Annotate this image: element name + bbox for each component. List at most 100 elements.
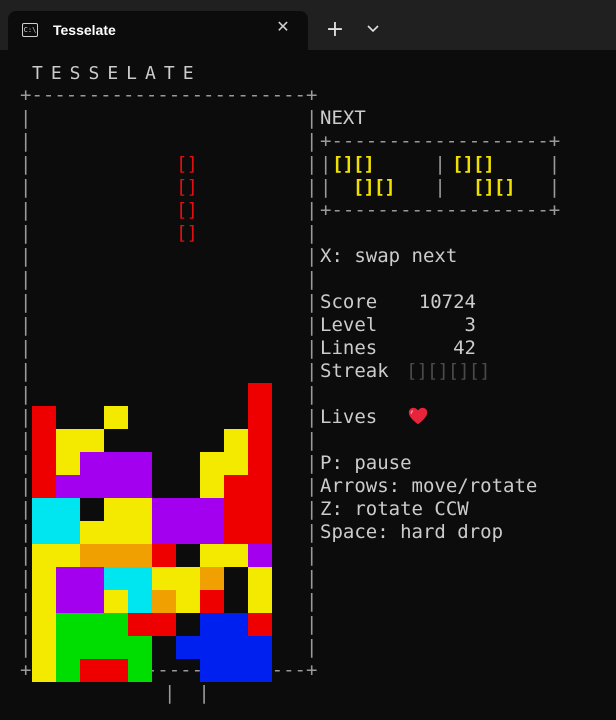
board-block xyxy=(200,544,224,567)
board-block xyxy=(176,521,200,544)
board-block xyxy=(80,521,104,544)
board-block xyxy=(32,406,56,429)
board-block xyxy=(32,452,56,475)
board-block xyxy=(56,429,80,452)
title-bar: C:\ Tesselate ✕ + xyxy=(0,0,616,50)
board-block xyxy=(152,613,176,636)
board-block xyxy=(104,475,128,498)
score-label: Score xyxy=(320,291,378,313)
board-block xyxy=(128,659,152,682)
board-block xyxy=(56,567,80,590)
board-block xyxy=(224,659,248,682)
close-icon[interactable]: ✕ xyxy=(272,16,294,38)
board-block xyxy=(32,521,56,544)
board-block xyxy=(104,498,128,521)
board-block xyxy=(104,567,128,590)
tab-title: Tesselate xyxy=(53,22,116,38)
board-block xyxy=(200,590,224,613)
board-block xyxy=(128,475,152,498)
board-block xyxy=(176,567,200,590)
board-block xyxy=(32,590,56,613)
board-block xyxy=(80,636,104,659)
game-board xyxy=(32,383,272,682)
board-block xyxy=(152,498,176,521)
board-block xyxy=(32,429,56,452)
board-block xyxy=(200,613,224,636)
board-block xyxy=(152,590,176,613)
board-block xyxy=(80,567,104,590)
board-block xyxy=(80,659,104,682)
board-block xyxy=(80,613,104,636)
board-block xyxy=(32,636,56,659)
board-block xyxy=(56,544,80,567)
board-block xyxy=(32,659,56,682)
board-block xyxy=(248,613,272,636)
board-block xyxy=(80,452,104,475)
falling-piece: [] [] [] [] xyxy=(176,153,198,244)
hard-drop-hint: Space: hard drop xyxy=(320,521,504,543)
lives-label: Lives xyxy=(320,406,378,428)
board-block xyxy=(248,544,272,567)
board-block xyxy=(80,475,104,498)
board-block xyxy=(128,567,152,590)
rotate-ccw-hint: Z: rotate CCW xyxy=(320,498,469,520)
board-block xyxy=(176,590,200,613)
board-block xyxy=(224,544,248,567)
board-block xyxy=(248,521,272,544)
board-block xyxy=(224,521,248,544)
board-bottom-marks: | | xyxy=(164,682,210,704)
board-block xyxy=(128,590,152,613)
board-block xyxy=(32,498,56,521)
board-block xyxy=(104,590,128,613)
board-block xyxy=(80,590,104,613)
board-block xyxy=(152,567,176,590)
plus-icon[interactable]: + xyxy=(322,17,348,43)
board-block xyxy=(224,636,248,659)
game-title: TESSELATE xyxy=(32,63,202,84)
board-block xyxy=(200,498,224,521)
arrows-hint: Arrows: move/rotate xyxy=(320,475,538,497)
board-block xyxy=(56,498,80,521)
board-block xyxy=(224,475,248,498)
board-block xyxy=(56,452,80,475)
streak-value: [][][][] xyxy=(406,360,491,382)
terminal-tab[interactable]: C:\ Tesselate ✕ xyxy=(8,11,308,50)
board-block xyxy=(104,659,128,682)
heart-icon xyxy=(408,407,428,425)
pause-hint: P: pause xyxy=(320,452,412,474)
board-block xyxy=(248,567,272,590)
terminal-icon: C:\ xyxy=(22,23,38,37)
board-block xyxy=(32,567,56,590)
board-block xyxy=(104,521,128,544)
board-block xyxy=(224,429,248,452)
lines-label: Lines xyxy=(320,337,378,359)
board-block xyxy=(128,613,152,636)
board-block xyxy=(56,475,80,498)
board-block xyxy=(32,613,56,636)
board-block xyxy=(152,544,176,567)
board-block xyxy=(128,452,152,475)
board-block xyxy=(56,590,80,613)
board-block xyxy=(128,498,152,521)
board-block xyxy=(80,429,104,452)
board-block xyxy=(104,544,128,567)
board-block xyxy=(248,383,272,406)
board-block xyxy=(32,544,56,567)
board-block xyxy=(152,521,176,544)
board-block xyxy=(176,498,200,521)
board-block xyxy=(248,406,272,429)
board-block xyxy=(200,659,224,682)
board-block xyxy=(248,475,272,498)
board-block xyxy=(104,613,128,636)
board-block xyxy=(128,521,152,544)
board-block xyxy=(176,636,200,659)
chevron-down-icon[interactable] xyxy=(360,17,386,43)
board-block xyxy=(128,636,152,659)
board-block xyxy=(248,452,272,475)
board-block xyxy=(200,521,224,544)
board-block xyxy=(248,429,272,452)
next-label: NEXT xyxy=(320,107,366,129)
board-block xyxy=(56,521,80,544)
board-block xyxy=(80,544,104,567)
board-block xyxy=(56,659,80,682)
